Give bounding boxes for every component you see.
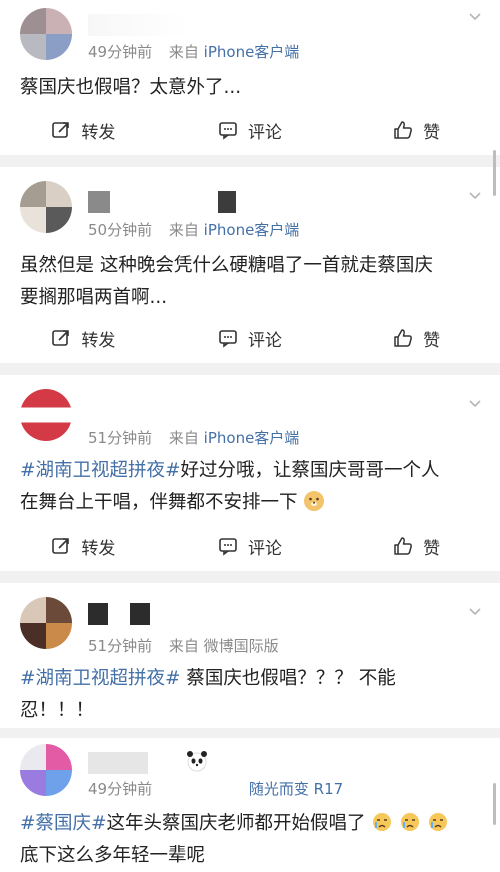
scrollbar[interactable] [493, 150, 496, 196]
post-time: 50分钟前 [88, 221, 153, 239]
repost-button[interactable]: 转发 [0, 521, 167, 571]
like-button[interactable]: 赞 [333, 521, 500, 571]
post-time: 51分钟前 [88, 429, 153, 447]
post-text-line: 忍！！！ [20, 700, 95, 721]
panda-emoji [187, 751, 207, 772]
feed-separator [0, 571, 500, 583]
post-text-line: 要搁那唱两首啊... [20, 287, 168, 308]
post-content: #湖南卫视超拼夜# 蔡国庆也假唱？？？ 不能 忍！！！ [20, 663, 482, 727]
post-2: 50分钟前 来自 iPhone客户端 虽然但是 这种晚会凭什么硬糖唱了一首就走蔡… [0, 167, 500, 363]
post-text: 好过分哦，让蔡国庆哥哥一个人 [180, 460, 440, 481]
hashtag-link[interactable]: #蔡国庆# [20, 813, 107, 834]
post-time: 51分钟前 [88, 637, 153, 655]
username-blurred[interactable] [218, 191, 236, 213]
username-blurred[interactable] [88, 14, 188, 36]
repost-button[interactable]: 转发 [0, 313, 167, 363]
post-meta: 49分钟前 来自 iPhone客户端 [88, 41, 299, 62]
like-button[interactable]: 赞 [333, 313, 500, 363]
like-label: 赞 [423, 330, 441, 351]
doge-emoji [304, 491, 325, 511]
post-1: 49分钟前 来自 iPhone客户端 蔡国庆也假唱？太意外了... 转发 评论 … [0, 0, 500, 155]
post-source[interactable]: 微博国际版 [204, 637, 279, 655]
chevron-down-icon[interactable] [468, 605, 482, 619]
username-blurred[interactable] [88, 603, 108, 625]
source-prefix: 来自 [168, 429, 199, 447]
comment-icon [219, 538, 237, 556]
post-time: 49分钟前 [88, 43, 153, 61]
post-content: #蔡国庆#这年头蔡国庆老师都开始假唱了 底下这么多年轻一辈呢 [20, 808, 482, 872]
post-text: 这年头蔡国庆老师都开始假唱了 [106, 813, 366, 834]
comment-button[interactable]: 评论 [167, 105, 334, 155]
username-blurred[interactable] [130, 603, 150, 625]
action-bar: 转发 评论 赞 [0, 313, 500, 363]
post-text-line: 底下这么多年轻一辈呢 [20, 845, 206, 866]
source-prefix: 来自 [168, 637, 199, 655]
repost-icon [52, 122, 70, 138]
like-icon [394, 329, 413, 347]
scrollbar[interactable] [493, 783, 496, 825]
comment-icon [219, 330, 237, 348]
feed-separator [0, 155, 500, 167]
chevron-down-icon[interactable] [468, 10, 482, 24]
post-source[interactable]: iPhone客户端 [204, 43, 300, 61]
hashtag-link[interactable]: #湖南卫视超拼夜# [20, 460, 181, 481]
like-label: 赞 [423, 122, 441, 143]
repost-icon [52, 538, 70, 554]
repost-label: 转发 [81, 122, 116, 143]
feed-separator [0, 728, 500, 738]
post-content: 虽然但是 这种晚会凭什么硬糖唱了一首就走蔡国庆 要搁那唱两首啊... [20, 250, 482, 314]
action-bar: 转发 评论 赞 [0, 105, 500, 155]
comment-label: 评论 [248, 538, 282, 559]
crying-emoji [401, 813, 420, 831]
post-text-line: 虽然但是 这种晚会凭什么硬糖唱了一首就走蔡国庆 [20, 255, 433, 276]
avatar[interactable] [20, 8, 72, 60]
username-blurred[interactable] [88, 752, 148, 774]
post-source[interactable]: iPhone客户端 [204, 221, 300, 239]
post-meta: 49分钟前 随光而变 R17 [88, 778, 343, 799]
avatar[interactable] [20, 597, 72, 649]
post-time: 49分钟前 [88, 780, 153, 798]
comment-label: 评论 [248, 122, 282, 143]
source-prefix: 来自 [168, 221, 199, 239]
post-4: 51分钟前 来自 微博国际版 #湖南卫视超拼夜# 蔡国庆也假唱？？？ 不能 忍！… [0, 583, 500, 728]
post-source[interactable]: iPhone客户端 [204, 429, 300, 447]
post-3: 51分钟前 来自 iPhone客户端 #湖南卫视超拼夜#好过分哦，让蔡国庆哥哥一… [0, 375, 500, 571]
like-icon [394, 121, 413, 139]
like-icon [394, 537, 413, 555]
comment-button[interactable]: 评论 [167, 313, 334, 363]
action-bar: 转发 评论 赞 [0, 521, 500, 571]
post-5: 49分钟前 随光而变 R17 #蔡国庆#这年头蔡国庆老师都开始假唱了 底下这么多… [0, 738, 500, 866]
repost-label: 转发 [81, 538, 116, 559]
post-meta: 51分钟前 来自 iPhone客户端 [88, 427, 299, 448]
like-label: 赞 [423, 538, 441, 559]
chevron-down-icon[interactable] [468, 397, 482, 411]
post-meta: 50分钟前 来自 iPhone客户端 [88, 219, 299, 240]
post-content: 蔡国庆也假唱？太意外了... [20, 72, 482, 104]
post-text: 在舞台上干唱，伴舞都不安排一下 [20, 492, 298, 513]
avatar[interactable] [20, 389, 72, 441]
chevron-down-icon[interactable] [468, 189, 482, 203]
avatar[interactable] [20, 744, 72, 796]
comment-button[interactable]: 评论 [167, 521, 334, 571]
crying-emoji [373, 813, 392, 831]
repost-label: 转发 [81, 330, 116, 351]
feed-separator [0, 363, 500, 375]
source-prefix: 来自 [168, 43, 199, 61]
post-text: 蔡国庆也假唱？太意外了... [20, 77, 242, 98]
crying-emoji [429, 813, 448, 831]
post-text: 蔡国庆也假唱？？？ 不能 [180, 668, 396, 689]
repost-button[interactable]: 转发 [0, 105, 167, 155]
post-source[interactable]: 随光而变 R17 [249, 780, 343, 798]
post-content: #湖南卫视超拼夜#好过分哦，让蔡国庆哥哥一个人 在舞台上干唱，伴舞都不安排一下 [20, 455, 482, 519]
like-button[interactable]: 赞 [333, 105, 500, 155]
repost-icon [52, 330, 70, 346]
hashtag-link[interactable]: #湖南卫视超拼夜# [20, 668, 181, 689]
username-blurred[interactable] [88, 191, 110, 213]
comment-label: 评论 [248, 330, 282, 351]
comment-icon [219, 122, 237, 140]
avatar[interactable] [20, 181, 72, 233]
post-meta: 51分钟前 来自 微博国际版 [88, 635, 279, 656]
